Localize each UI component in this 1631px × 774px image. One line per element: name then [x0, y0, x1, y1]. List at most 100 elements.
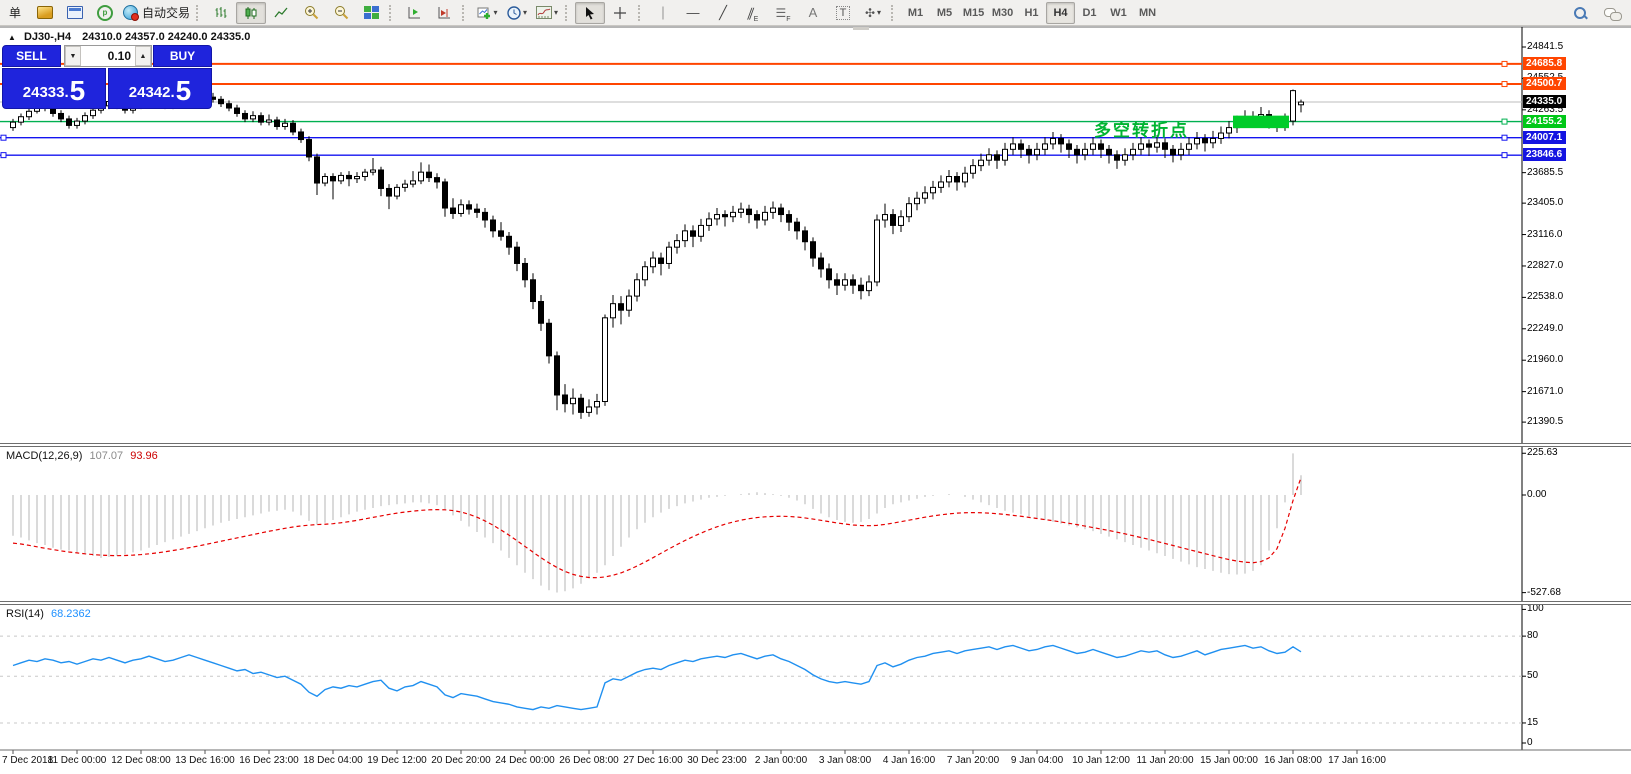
- price-axis-tick: 21960.0: [1527, 354, 1563, 365]
- vertical-line-tool-button[interactable]: ｜: [648, 2, 678, 24]
- price-axis-tick: 22827.0: [1527, 260, 1563, 271]
- search-icon: [1574, 7, 1586, 19]
- timeframe-bar: M1M5M15M30H1H4D1W1MN: [901, 2, 1162, 24]
- search-button[interactable]: [1565, 2, 1595, 24]
- macd-main-value: 107.07: [89, 450, 123, 462]
- buy-price-main: 24342.: [129, 81, 175, 105]
- toolbar-grip[interactable]: [565, 5, 571, 21]
- autotrade-button[interactable]: 自动交易: [120, 2, 193, 24]
- tile-windows-icon: [364, 6, 379, 19]
- symbol-period-label: DJ30-,H4: [24, 31, 71, 43]
- text-tool-button[interactable]: A: [798, 2, 828, 24]
- sell-button[interactable]: SELL: [2, 45, 61, 67]
- text-label-tool-button[interactable]: T: [828, 2, 858, 24]
- new-order-label: 单: [9, 4, 21, 21]
- trendline-tool-button[interactable]: ╱: [708, 2, 738, 24]
- macd-name: MACD(12,26,9): [6, 450, 82, 462]
- chart-shift-button[interactable]: [429, 2, 459, 24]
- horizontal-line-tool-button[interactable]: —: [678, 2, 708, 24]
- toolbar: 单 p 自动交易: [0, 0, 1631, 26]
- timeframe-button-w1[interactable]: W1: [1104, 2, 1133, 24]
- price-axis-tick: 22249.0: [1527, 323, 1563, 334]
- rsi-value: 68.2362: [51, 608, 91, 620]
- arrows-tool-button[interactable]: ✣ ▾: [858, 2, 888, 24]
- line-chart-icon: [274, 6, 288, 20]
- toolbar-grip[interactable]: [462, 5, 468, 21]
- buy-button-label: BUY: [170, 49, 195, 63]
- timeframe-button-d1[interactable]: D1: [1075, 2, 1104, 24]
- channel-tool-button[interactable]: ∥ E: [738, 2, 768, 24]
- chart-annotation-text[interactable]: 多空转折点: [1094, 116, 1189, 141]
- arrows-icon: ✣: [865, 6, 875, 20]
- timeframe-button-m1[interactable]: M1: [901, 2, 930, 24]
- macd-axis-tick: -527.68: [1527, 587, 1561, 598]
- crosshair-tool-button[interactable]: [605, 2, 635, 24]
- chart-canvas[interactable]: [0, 0, 1631, 774]
- buy-button[interactable]: BUY: [153, 45, 212, 67]
- macd-pane-divider[interactable]: [0, 443, 1631, 447]
- history-center-button[interactable]: [30, 2, 60, 24]
- timeframe-button-m15[interactable]: M15: [959, 2, 988, 24]
- buy-price-big-digit: 5: [176, 77, 192, 105]
- highlight-box[interactable]: [1233, 116, 1289, 128]
- auto-scroll-button[interactable]: [399, 2, 429, 24]
- zoom-out-button[interactable]: [326, 2, 356, 24]
- fibonacci-tool-button[interactable]: ☰ F: [768, 2, 798, 24]
- buy-price-display[interactable]: 24342. 5: [108, 68, 212, 109]
- indicators-button[interactable]: ▾: [472, 2, 502, 24]
- price-axis-tick: 23405.0: [1527, 197, 1563, 208]
- sell-price-display[interactable]: 24333. 5: [2, 68, 106, 109]
- dropdown-arrow-icon: ▾: [523, 8, 527, 17]
- rsi-axis-tick: 100: [1527, 603, 1544, 614]
- market-watch-button[interactable]: [60, 2, 90, 24]
- macd-axis-tick: 0.00: [1527, 489, 1546, 500]
- bar-chart-icon: [214, 6, 228, 20]
- sell-price-main: 24333.: [23, 81, 69, 105]
- tile-windows-button[interactable]: [356, 2, 386, 24]
- price-badge: 23846.6: [1523, 148, 1566, 161]
- volume-input[interactable]: 0.10: [81, 46, 135, 66]
- new-order-button[interactable]: 单: [0, 2, 30, 24]
- cursor-tool-button[interactable]: [575, 2, 605, 24]
- data-window-button[interactable]: p: [90, 2, 120, 24]
- dropdown-arrow-icon: ▾: [554, 8, 558, 17]
- scrollbar-stub[interactable]: [853, 27, 869, 30]
- price-badge: 24500.7: [1523, 77, 1566, 90]
- periods-button[interactable]: ▾: [502, 2, 532, 24]
- timeframe-button-m5[interactable]: M5: [930, 2, 959, 24]
- ohlc-values: 24310.0 24357.0 24240.0 24335.0: [82, 31, 250, 43]
- timeframe-button-m30[interactable]: M30: [988, 2, 1017, 24]
- rsi-label: RSI(14) 68.2362: [6, 608, 91, 620]
- toolbar-grip[interactable]: [196, 5, 202, 21]
- market-watch-icon: [67, 6, 83, 19]
- collapse-panel-icon[interactable]: ▲: [8, 33, 16, 42]
- timeframe-button-h1[interactable]: H1: [1017, 2, 1046, 24]
- timeframe-button-h4[interactable]: H4: [1046, 2, 1075, 24]
- one-click-trading-panel: SELL ▼ 0.10 ▲ BUY 24333. 5 24342. 5: [2, 45, 212, 109]
- rsi-pane-divider[interactable]: [0, 601, 1631, 605]
- sell-price-big-digit: 5: [70, 77, 86, 105]
- price-axis-tick: 23116.0: [1527, 229, 1562, 240]
- toolbar-grip[interactable]: [891, 5, 897, 21]
- templates-button[interactable]: ▾: [532, 2, 562, 24]
- rsi-axis-tick: 0: [1527, 737, 1533, 748]
- toolbar-grip[interactable]: [389, 5, 395, 21]
- community-icon: [1604, 8, 1616, 17]
- template-icon: [536, 6, 552, 19]
- history-icon: [37, 6, 53, 19]
- bar-chart-button[interactable]: [206, 2, 236, 24]
- price-axis-tick: 21390.5: [1527, 416, 1563, 427]
- timeframe-button-mn[interactable]: MN: [1133, 2, 1162, 24]
- community-button[interactable]: [1595, 2, 1625, 24]
- volume-decrease-button[interactable]: ▼: [65, 46, 81, 66]
- volume-increase-button[interactable]: ▲: [135, 46, 151, 66]
- time-axis-label: 17 Jan 16:00: [1317, 755, 1397, 766]
- rsi-name: RSI(14): [6, 608, 44, 620]
- spin-down-icon: ▼: [70, 53, 77, 60]
- zoom-in-button[interactable]: [296, 2, 326, 24]
- price-axis-tick: 22538.0: [1527, 291, 1563, 302]
- candlestick-chart-button[interactable]: [236, 2, 266, 24]
- toolbar-grip[interactable]: [638, 5, 644, 21]
- auto-scroll-icon: [407, 6, 422, 20]
- line-chart-button[interactable]: [266, 2, 296, 24]
